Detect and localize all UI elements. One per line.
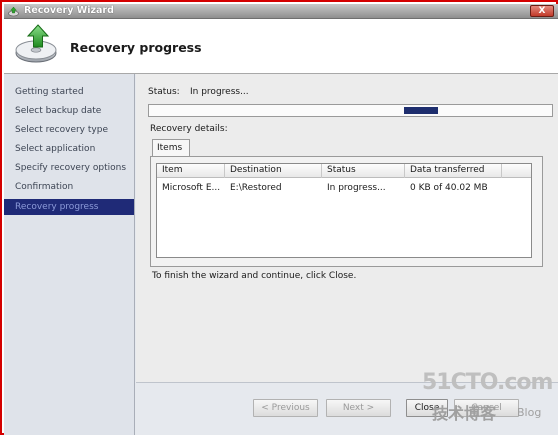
tab-items[interactable]: Items <box>152 139 190 157</box>
recovery-details-label: Recovery details: <box>150 124 228 134</box>
recovery-items-list[interactable]: Item Destination Status Data transferred… <box>156 163 532 258</box>
backup-disk-arrow-icon <box>15 24 57 63</box>
page-title: Recovery progress <box>70 40 202 55</box>
status-value: In progress... <box>190 87 249 97</box>
window-title: Recovery Wizard <box>24 5 114 16</box>
backup-disk-icon <box>8 6 19 17</box>
column-header-status[interactable]: Status <box>322 164 405 178</box>
nav-step-select-recovery-type[interactable]: Select recovery type <box>4 122 134 138</box>
recovery-progress-bar <box>148 104 553 117</box>
watermark: 51CTO.com 技术博客 Blog <box>422 370 556 430</box>
previous-button[interactable]: < Previous <box>253 399 318 417</box>
wizard-steps-nav: Getting started Select backup date Selec… <box>4 74 135 435</box>
cell-item: Microsoft E... <box>162 183 221 193</box>
cell-data-transferred: 0 KB of 40.02 MB <box>410 183 488 193</box>
items-tab-panel: Item Destination Status Data transferred… <box>150 156 543 267</box>
next-button[interactable]: Next > <box>326 399 391 417</box>
progress-bar-fill <box>404 107 438 114</box>
watermark-blog-cn: 技术博客 <box>432 404 497 423</box>
column-header-data-transferred[interactable]: Data transferred <box>405 164 502 178</box>
nav-step-confirmation[interactable]: Confirmation <box>4 179 134 195</box>
main-panel: Status: In progress... Recovery details:… <box>136 74 558 382</box>
nav-step-select-backup-date[interactable]: Select backup date <box>4 103 134 119</box>
title-bar: Recovery Wizard X <box>4 4 558 19</box>
finish-instructions: To finish the wizard and continue, click… <box>152 271 357 281</box>
list-header: Item Destination Status Data transferred <box>157 164 531 178</box>
wizard-header: Recovery progress <box>4 19 558 74</box>
nav-step-specify-recovery-options[interactable]: Specify recovery options <box>4 160 134 176</box>
status-label: Status: <box>148 87 180 97</box>
screenshot-frame: Recovery Wizard X Recovery progress Gett… <box>0 0 558 435</box>
cell-destination: E:\Restored <box>230 183 282 193</box>
nav-step-getting-started[interactable]: Getting started <box>4 84 134 100</box>
column-header-destination[interactable]: Destination <box>225 164 322 178</box>
column-header-item[interactable]: Item <box>157 164 225 178</box>
watermark-site: 51CTO.com <box>422 370 553 395</box>
cell-status: In progress... <box>327 183 386 193</box>
watermark-blog: Blog <box>517 406 542 419</box>
nav-step-recovery-progress[interactable]: Recovery progress <box>4 199 134 215</box>
window-close-button[interactable]: X <box>530 5 554 17</box>
nav-step-select-application[interactable]: Select application <box>4 141 134 157</box>
